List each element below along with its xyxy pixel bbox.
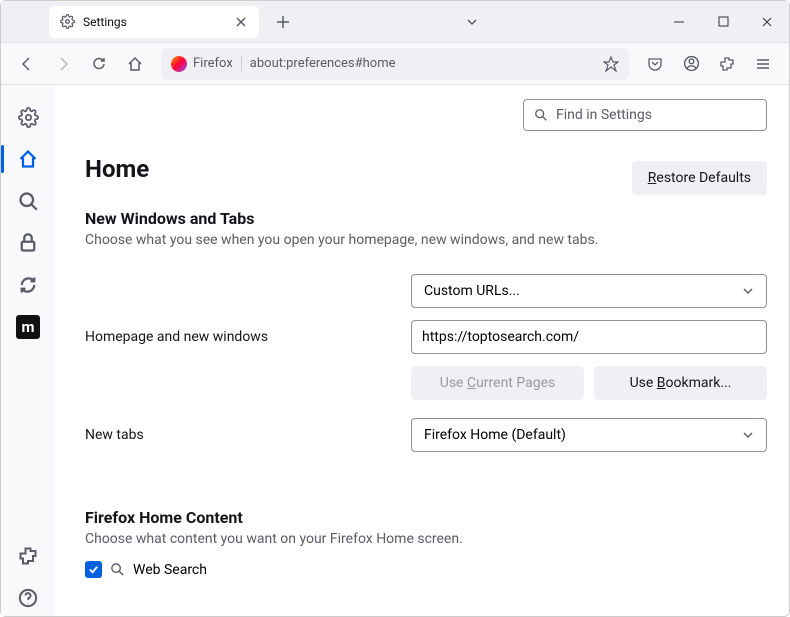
sidebar-search[interactable] [10,183,46,219]
window-controls [657,1,789,43]
newtabs-label: New tabs [85,427,411,443]
minimize-button[interactable] [657,1,701,43]
chevron-down-icon [742,285,754,297]
settings-main: Find in Settings Home Restore Defaults N… [55,85,789,616]
gear-icon [59,14,75,30]
newtabs-dropdown-value: Firefox Home (Default) [424,427,566,443]
homepage-dropdown-row: Custom URLs... [85,274,767,308]
back-button[interactable] [11,48,43,80]
forward-button[interactable] [47,48,79,80]
newtabs-row: New tabs Firefox Home (Default) [85,418,767,452]
chevron-down-icon [742,429,754,441]
section-new-windows-title: New Windows and Tabs [85,209,767,228]
sidebar-extensions[interactable] [10,538,46,574]
home-button[interactable] [119,48,151,80]
menu-button[interactable] [747,48,779,80]
sidebar-more[interactable]: m [10,309,46,345]
tab-list-button[interactable] [465,15,479,29]
web-search-row: Web Search [85,561,767,578]
homepage-url-input[interactable] [411,320,767,354]
homepage-row-label: Homepage and new windows [85,329,411,345]
search-placeholder: Find in Settings [556,107,652,123]
close-button[interactable] [745,1,789,43]
titlebar: Settings [1,1,789,43]
homepage-dropdown[interactable]: Custom URLs... [411,274,767,308]
bookmark-star-icon[interactable] [603,56,619,72]
account-button[interactable] [675,48,707,80]
m-icon: m [16,315,40,339]
web-search-checkbox[interactable] [85,561,102,578]
pocket-button[interactable] [639,48,671,80]
use-bookmark-button[interactable]: Use Bookmark... [594,366,767,400]
firefox-icon [171,56,187,72]
tab-label: Settings [83,15,225,29]
section-home-content-title: Firefox Home Content [85,508,767,527]
search-icon [110,562,125,577]
toolbar: Firefox about:preferences#home [1,43,789,85]
sidebar-home[interactable] [10,141,46,177]
homepage-button-row: Use Current Pages Use Bookmark... [411,366,767,400]
sidebar-privacy[interactable] [10,225,46,261]
browser-tab[interactable]: Settings [49,6,259,38]
homepage-input-row: Homepage and new windows [85,320,767,354]
settings-sidebar: m [1,85,55,616]
sidebar-general[interactable] [10,99,46,135]
identity-box[interactable]: Firefox [171,56,242,72]
sidebar-help[interactable] [10,580,46,616]
web-search-label: Web Search [133,562,207,578]
url-bar[interactable]: Firefox about:preferences#home [161,48,629,80]
url-text: about:preferences#home [250,56,595,71]
sidebar-sync[interactable] [10,267,46,303]
close-icon[interactable] [233,14,249,30]
newtabs-dropdown[interactable]: Firefox Home (Default) [411,418,767,452]
identity-label: Firefox [193,56,242,71]
content-area: m Find in Settings Home Restore Defaults… [1,85,789,616]
section-new-windows-desc: Choose what you see when you open your h… [85,232,767,248]
extensions-button[interactable] [711,48,743,80]
search-icon [534,108,548,122]
reload-button[interactable] [83,48,115,80]
new-tab-button[interactable] [269,8,297,36]
restore-defaults-button[interactable]: Restore Defaults [632,161,767,195]
check-icon [88,564,99,575]
find-in-settings[interactable]: Find in Settings [523,99,767,131]
homepage-dropdown-value: Custom URLs... [424,283,520,299]
maximize-button[interactable] [701,1,745,43]
section-home-content-desc: Choose what content you want on your Fir… [85,531,767,547]
use-current-pages-button[interactable]: Use Current Pages [411,366,584,400]
